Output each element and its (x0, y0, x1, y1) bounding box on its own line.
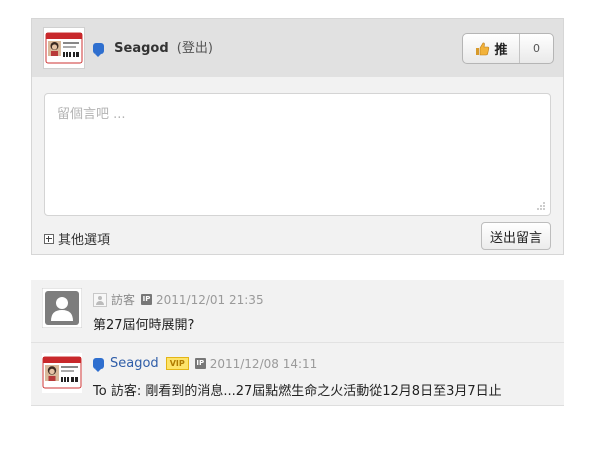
current-username[interactable]: Seagod (114, 41, 169, 56)
resize-grip-icon[interactable] (536, 201, 546, 211)
user-avatar[interactable] (43, 27, 85, 69)
other-options-toggle[interactable]: 其他選項 (44, 229, 110, 248)
comment-meta: 訪客 IP 2011/12/01 21:35 (93, 291, 264, 308)
push-button-main[interactable]: 推 (463, 34, 520, 63)
comment-text: To 訪客: 剛看到的消息...27屆點燃生命之火活動從12月8日至3月7日止 (93, 384, 502, 399)
comment-text: 第27屆何時展開? (93, 318, 195, 333)
submit-comment-button[interactable]: 送出留言 (481, 222, 551, 250)
comment-author: 訪客 (111, 293, 136, 307)
push-like-button[interactable]: 推 0 (462, 33, 554, 64)
comment-date: 2011/12/01 21:35 (156, 292, 264, 307)
comment-item: Seagod VIP IP 2011/12/08 14:11 To 訪客: 剛看… (31, 342, 564, 406)
comment-date: 2011/12/08 14:11 (209, 356, 318, 371)
chat-bubble-icon (93, 43, 104, 57)
current-user-line: Seagod (登出) (93, 37, 213, 57)
vip-badge: VIP (165, 357, 189, 370)
comment-list: 訪客 IP 2011/12/01 21:35 第27屆何時展開? Seagod … (31, 280, 564, 406)
guest-avatar (42, 288, 82, 328)
ip-badge-icon[interactable]: IP (141, 294, 153, 305)
guest-user-icon (93, 292, 107, 307)
comment-meta: Seagod VIP IP 2011/12/08 14:11 (93, 356, 318, 372)
ip-badge-icon[interactable]: IP (194, 358, 206, 369)
push-label: 推 (494, 43, 508, 58)
comment-item: 訪客 IP 2011/12/01 21:35 第27屆何時展開? (31, 280, 564, 342)
chat-bubble-icon (93, 358, 104, 372)
composer-header: Seagod (登出) 推 0 (32, 19, 563, 77)
expand-plus-icon (44, 233, 54, 244)
user-avatar[interactable] (42, 353, 82, 393)
push-count: 0 (533, 42, 540, 55)
comment-input[interactable] (45, 94, 550, 215)
comment-textarea-box (44, 93, 551, 216)
thumbs-up-icon (476, 42, 490, 55)
comment-composer: Seagod (登出) 推 0 其他選項 送出留言 (31, 18, 564, 255)
comment-author[interactable]: Seagod (110, 356, 159, 371)
logout-link[interactable]: (登出) (177, 41, 213, 56)
other-options-label: 其他選項 (58, 233, 111, 248)
